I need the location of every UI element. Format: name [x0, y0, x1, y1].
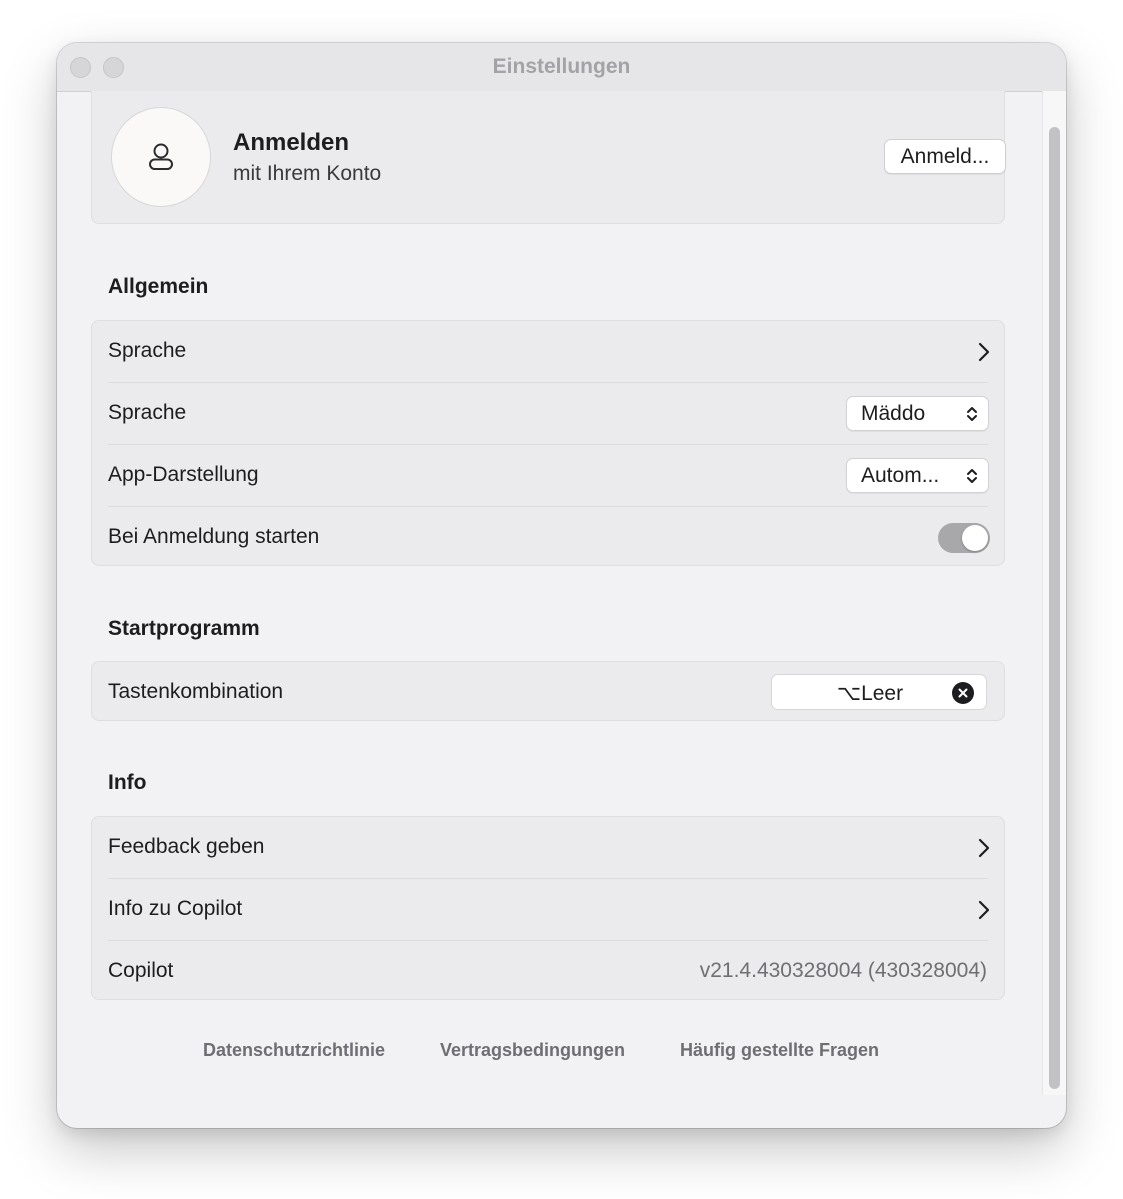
row-label: Sprache: [108, 401, 187, 424]
chevron-right-icon: [978, 342, 990, 362]
section-heading-info: Info: [108, 771, 147, 794]
account-card: Anmelden mit Ihrem Konto Anmeld...: [91, 91, 1006, 224]
shortcut-row: Tastenkombination ⌥Leer: [92, 662, 1004, 722]
about-copilot-row[interactable]: Info zu Copilot: [92, 879, 1004, 941]
language-row[interactable]: Sprache: [92, 321, 1004, 383]
chevron-right-icon: [978, 838, 990, 858]
feedback-row[interactable]: Feedback geben: [92, 817, 1004, 879]
account-subtitle: mit Ihrem Konto: [233, 162, 382, 185]
window-title: Einstellungen: [492, 55, 631, 78]
row-label: Tastenkombination: [108, 680, 284, 703]
shortcut-field[interactable]: ⌥Leer: [771, 674, 987, 710]
row-label: Sprache: [108, 339, 187, 362]
select-value: Mäddo: [861, 402, 926, 425]
up-down-chevron-icon: [967, 407, 977, 421]
person-icon: [149, 143, 173, 170]
language-select-row: Sprache Mäddo: [92, 383, 1004, 445]
row-label: Bei Anmeldung starten: [108, 525, 320, 548]
version-row: Copilot v21.4.430328004 (430328004): [92, 941, 1004, 1001]
settings-window: Einstellungen Anmelden mit Ihrem Konto A…: [57, 43, 1066, 1128]
scrollbar[interactable]: [1042, 91, 1066, 1095]
sign-in-button[interactable]: Anmeld...: [884, 139, 1006, 174]
section-heading-general: Allgemein: [108, 275, 209, 298]
toggle-knob: [962, 525, 988, 551]
language-select[interactable]: Mäddo: [846, 396, 989, 431]
row-label: Feedback geben: [108, 835, 265, 858]
general-card: Sprache Sprache Mäddo App-Darstellung Au…: [91, 320, 1005, 566]
info-card: Feedback geben Info zu Copilot Copilot v…: [91, 816, 1005, 1000]
scrollbar-thumb[interactable]: [1049, 127, 1060, 1089]
shortcut-value: ⌥Leer: [836, 682, 904, 705]
title-bar: Einstellungen: [57, 43, 1066, 92]
row-label: App-Darstellung: [108, 463, 259, 486]
appearance-select[interactable]: Autom...: [846, 458, 989, 493]
terms-link[interactable]: Vertragsbedingungen: [440, 1040, 625, 1061]
privacy-policy-link[interactable]: Datenschutzrichtlinie: [203, 1040, 385, 1061]
row-label: Copilot: [108, 959, 174, 982]
clear-x-icon[interactable]: [952, 682, 974, 704]
faq-link[interactable]: Häufig gestellte Fragen: [680, 1040, 879, 1061]
row-label: Info zu Copilot: [108, 897, 243, 920]
chevron-right-icon: [978, 900, 990, 920]
launch-at-login-row: Bei Anmeldung starten: [92, 507, 1004, 569]
select-value: Autom...: [861, 464, 940, 487]
avatar: [111, 107, 211, 207]
section-heading-launcher: Startprogramm: [108, 617, 260, 640]
version-text: v21.4.430328004 (430328004): [699, 959, 987, 982]
launcher-card: Tastenkombination ⌥Leer: [91, 661, 1005, 721]
appearance-row: App-Darstellung Autom...: [92, 445, 1004, 507]
launch-at-login-toggle[interactable]: [938, 523, 990, 553]
up-down-chevron-icon: [967, 469, 977, 483]
account-title: Anmelden: [233, 129, 350, 156]
